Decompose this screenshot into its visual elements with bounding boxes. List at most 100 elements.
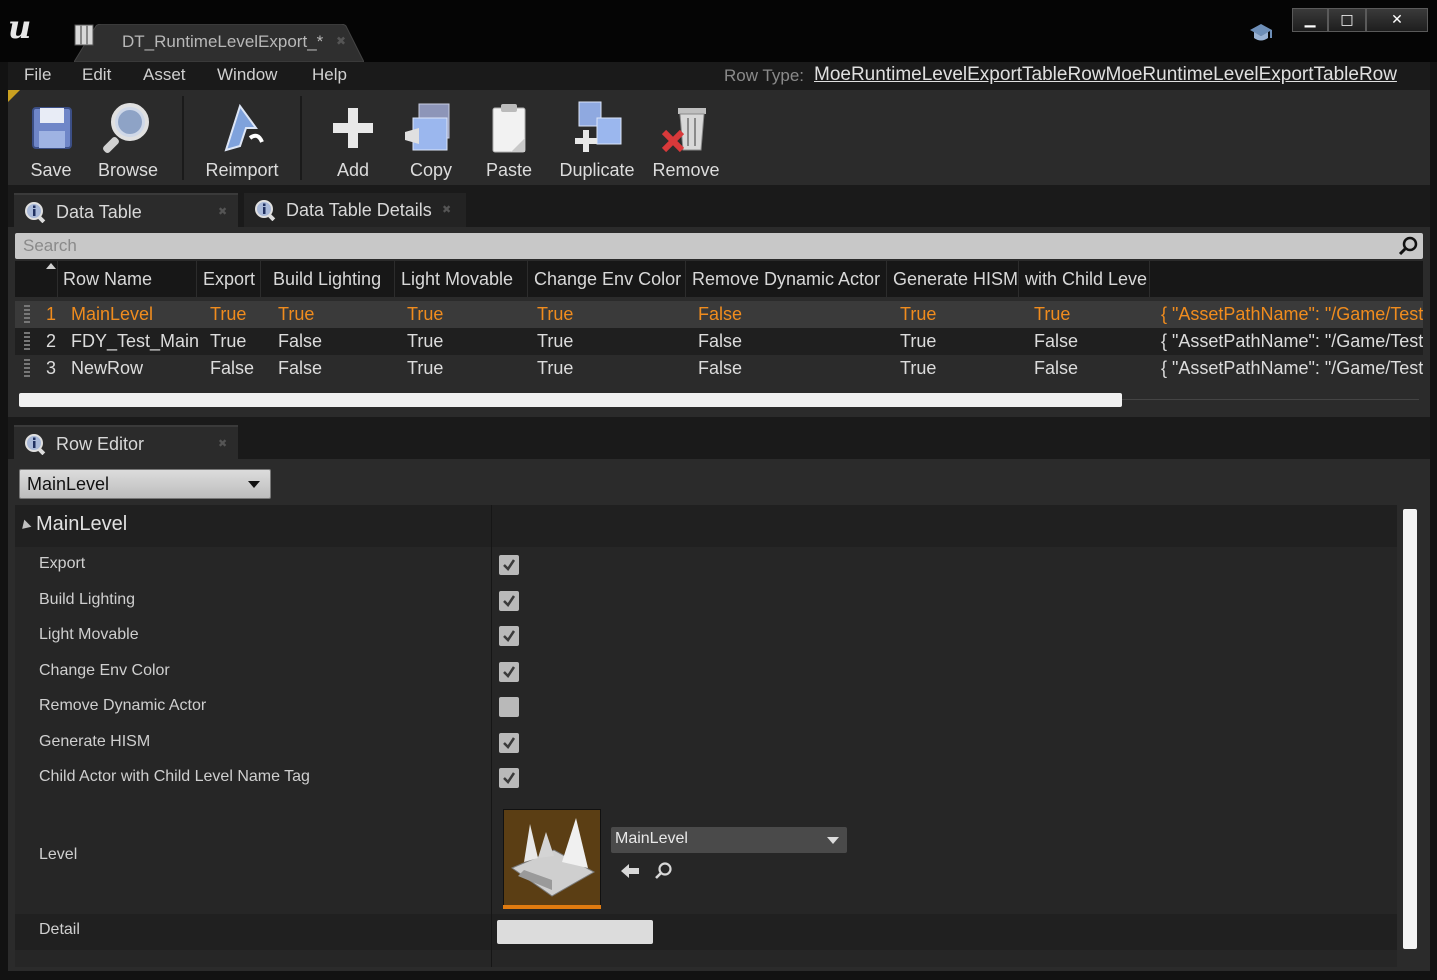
property-label: Build Lighting <box>39 591 136 608</box>
info-icon <box>255 200 276 221</box>
reimport-label: Reimport <box>205 160 279 180</box>
tab-data-table[interactable]: Data Table ✖ <box>14 193 238 229</box>
tab-close-icon[interactable]: ✖ <box>442 203 451 216</box>
cell-child-level: True <box>1034 304 1071 324</box>
use-selected-arrow-icon[interactable] <box>619 861 641 881</box>
header-export[interactable]: Export <box>197 261 261 297</box>
horizontal-scrollbar[interactable] <box>19 393 1122 407</box>
menu-window[interactable]: Window <box>217 65 277 85</box>
export-checkbox[interactable] <box>499 555 519 575</box>
check-icon <box>503 595 516 607</box>
menu-file[interactable]: File <box>24 65 51 85</box>
row-drag-handle[interactable] <box>24 305 30 324</box>
row-drag-handle[interactable] <box>24 359 30 378</box>
details-view: MainLevel Export Build Lighting Light Mo… <box>15 505 1397 967</box>
detail-field[interactable] <box>497 920 653 944</box>
cell-build-lighting: False <box>278 358 323 378</box>
paste-button[interactable]: Paste <box>474 94 544 182</box>
document-tab-close-icon[interactable]: ✖ <box>336 34 346 48</box>
reimport-button[interactable]: Reimport <box>196 94 288 182</box>
cell-export: True <box>210 331 247 351</box>
tab-close-icon[interactable]: ✖ <box>218 437 227 450</box>
menu-edit[interactable]: Edit <box>82 65 111 85</box>
add-button[interactable]: Add <box>318 94 388 182</box>
browse-magnifier-icon[interactable] <box>653 861 675 881</box>
header-change-env-color[interactable]: Change Env Color <box>528 261 686 297</box>
cell-generate-hism: True <box>900 331 937 351</box>
remove-button[interactable]: Remove <box>650 94 722 182</box>
category-header[interactable]: MainLevel <box>15 505 1397 547</box>
duplicate-button[interactable]: Duplicate <box>552 94 642 182</box>
cell-export: True <box>210 304 247 324</box>
property-label: Level <box>39 846 78 863</box>
column-divider[interactable] <box>491 505 492 967</box>
cell-remove-dynamic-actor: False <box>698 331 743 351</box>
tab-data-table-label: Data Table <box>56 202 142 222</box>
close-window-button[interactable]: ✕ <box>1366 8 1428 32</box>
copy-button[interactable]: Copy <box>396 94 466 182</box>
menu-help[interactable]: Help <box>312 65 347 85</box>
row-selector-dropdown[interactable]: MainLevel <box>19 469 271 499</box>
tab-row-editor[interactable]: Row Editor ✖ <box>14 425 238 461</box>
chevron-down-icon <box>827 837 839 844</box>
tab-data-table-details[interactable]: Data Table Details ✖ <box>244 193 466 227</box>
child-actor-tag-checkbox[interactable] <box>499 768 519 788</box>
header-row-name[interactable]: Row Name <box>57 261 197 297</box>
row-drag-handle[interactable] <box>24 332 30 351</box>
add-icon <box>333 108 373 148</box>
cell-light-movable: True <box>407 358 444 378</box>
cell-change-env-color: True <box>537 304 574 324</box>
cell-row-name: MainLevel <box>71 304 154 324</box>
editor-window: u DT_RuntimeLevelExport_* ✖ ▁ □ ✕ File E… <box>0 0 1437 980</box>
property-level: Level <box>15 797 1397 914</box>
build-lighting-checkbox[interactable] <box>499 591 519 611</box>
header-child-level[interactable]: with Child Leve <box>1019 261 1150 297</box>
table-row[interactable]: 2 FDY_Test_Main True False True True Fal… <box>15 328 1423 355</box>
cell-build-lighting: False <box>278 331 323 351</box>
search-input[interactable]: Search <box>23 236 77 256</box>
header-light-movable[interactable]: Light Movable <box>395 261 528 297</box>
graduation-cap-icon[interactable] <box>1248 22 1274 44</box>
level-asset-thumbnail[interactable] <box>503 809 601 907</box>
tab-close-icon[interactable]: ✖ <box>218 205 227 218</box>
table-row[interactable]: 1 MainLevel True True True True False Tr… <box>15 301 1423 328</box>
save-button[interactable]: Save <box>16 94 86 182</box>
header-build-lighting[interactable]: Build Lighting <box>267 261 395 297</box>
level-asset-picker[interactable]: MainLevel <box>611 827 847 853</box>
menu-asset[interactable]: Asset <box>143 65 186 85</box>
document-tab-title: DT_RuntimeLevelExport_* <box>122 32 324 51</box>
property-detail: Detail <box>15 914 1397 950</box>
vertical-scrollbar[interactable] <box>1403 509 1417 949</box>
cell-change-env-color: True <box>537 331 574 351</box>
property-change-env-color: Change Env Color <box>15 655 1397 690</box>
row-selector-value: MainLevel <box>27 474 110 494</box>
header-remove-dynamic-actor[interactable]: Remove Dynamic Actor <box>686 261 887 297</box>
search-icon[interactable] <box>1397 235 1419 257</box>
minimize-button[interactable]: ▁ <box>1292 8 1328 32</box>
property-build-lighting: Build Lighting <box>15 584 1397 619</box>
data-table-tab-strip: Data Table ✖ Data Table Details ✖ <box>8 185 1430 229</box>
duplicate-icon <box>575 101 622 152</box>
remove-dynamic-actor-checkbox[interactable] <box>499 697 519 717</box>
cell-child-level: False <box>1034 331 1079 351</box>
reimport-icon <box>224 103 264 152</box>
light-movable-checkbox[interactable] <box>499 626 519 646</box>
document-tab[interactable]: DT_RuntimeLevelExport_* ✖ <box>74 24 364 62</box>
remove-label: Remove <box>652 160 720 180</box>
generate-hism-checkbox[interactable] <box>499 733 519 753</box>
unreal-logo-icon[interactable]: u <box>8 8 46 46</box>
row-type-link[interactable]: MoeRuntimeLevelExportTableRowMoeRuntimeL… <box>814 64 1397 86</box>
change-env-color-checkbox[interactable] <box>499 662 519 682</box>
table-row[interactable]: 3 NewRow False False True True False Tru… <box>15 355 1423 382</box>
browse-button[interactable]: Browse <box>90 94 166 182</box>
search-box[interactable]: Search <box>15 233 1423 259</box>
property-light-movable: Light Movable <box>15 619 1397 654</box>
maximize-button[interactable]: □ <box>1328 8 1366 32</box>
menu-bar: File Edit Asset Window Help Row Type: Mo… <box>8 62 1430 90</box>
expand-arrow-icon[interactable] <box>18 519 32 533</box>
cell-remove-dynamic-actor: False <box>698 358 743 378</box>
check-icon <box>503 559 516 571</box>
header-row-number[interactable] <box>15 261 58 297</box>
duplicate-label: Duplicate <box>559 160 635 180</box>
header-generate-hism[interactable]: Generate HISM <box>887 261 1019 297</box>
